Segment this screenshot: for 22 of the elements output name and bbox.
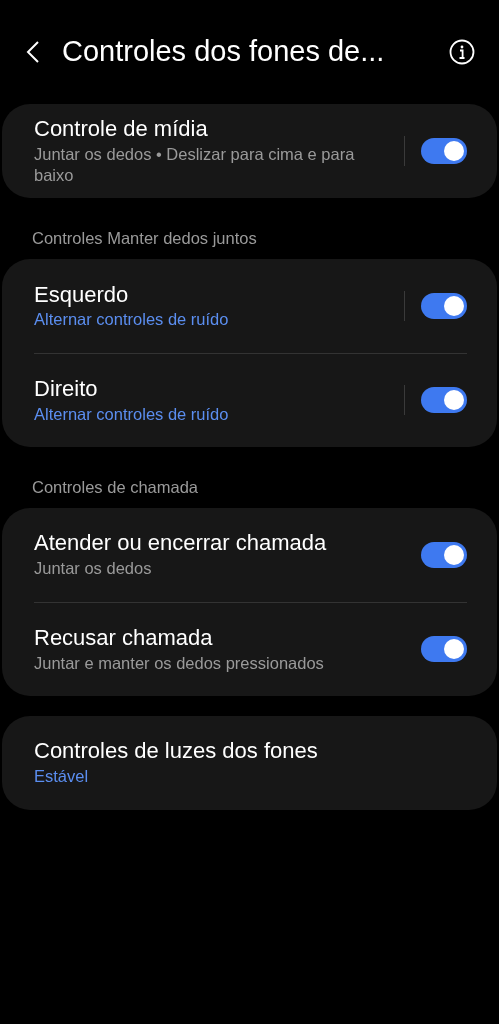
back-icon[interactable]: [26, 40, 40, 64]
section-label: Controles de chamada: [31, 476, 199, 498]
setting-subtitle: Estável: [34, 766, 90, 788]
toggle-switch[interactable]: [421, 541, 467, 568]
setting-title[interactable]: Atender ou encerrar chamada: [34, 529, 421, 559]
setting-title[interactable]: Controle de mídia: [34, 115, 392, 144]
setting-subtitle: Juntar e manter os dedos pressionados: [34, 652, 325, 674]
info-icon[interactable]: [449, 39, 475, 65]
setting-subtitle: Alternar controles de ruído: [34, 403, 230, 425]
toggle-switch[interactable]: [421, 636, 467, 662]
setting-subtitle: Juntar os dedos • Deslizar para cima e para baixo: [34, 143, 356, 187]
toggle-switch[interactable]: [421, 387, 467, 414]
toggle-switch[interactable]: [421, 292, 467, 319]
section-label: Controles Manter dedos juntos: [31, 228, 258, 249]
setting-title[interactable]: Esquerdo: [34, 280, 392, 310]
setting-subtitle: Alternar controles de ruído: [34, 309, 230, 331]
setting-title[interactable]: Direito: [34, 375, 392, 404]
setting-title[interactable]: Controles de luzes dos fones: [34, 737, 467, 767]
setting-title[interactable]: Recusar chamada: [34, 624, 421, 653]
setting-subtitle: Juntar os dedos: [34, 558, 153, 580]
toggle-switch[interactable]: [421, 138, 467, 164]
page-title: Controles dos fones de...: [62, 34, 386, 70]
